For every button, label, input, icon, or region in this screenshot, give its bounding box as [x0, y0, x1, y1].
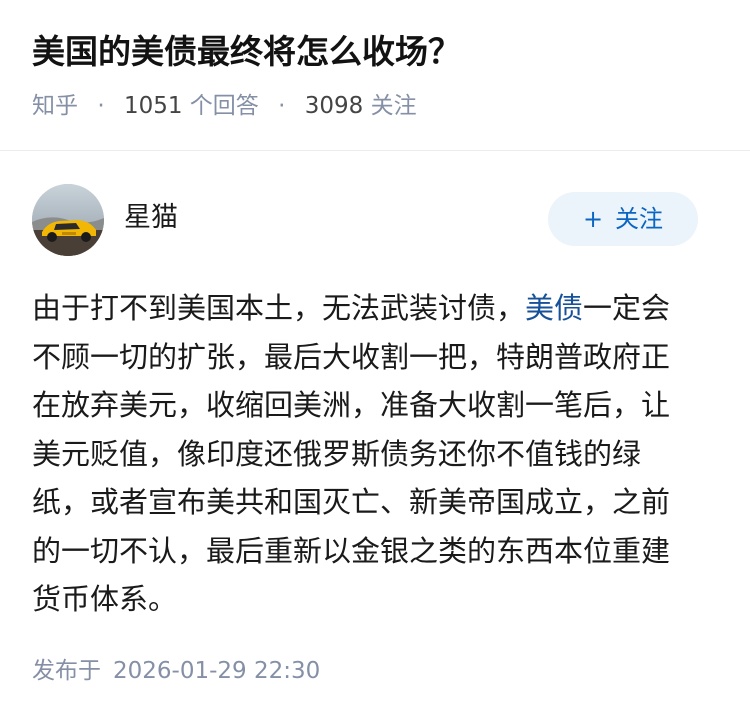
meta-separator: ·	[278, 93, 286, 119]
answer-line: 货币体系。	[32, 582, 178, 616]
follower-count: 3098	[304, 93, 364, 119]
answer-line: 不顾一切的扩张，最后大收割一把，特朗普政府正	[32, 339, 671, 374]
follow-button-label: 关注	[615, 205, 664, 233]
answer-count: 1051	[123, 93, 183, 119]
author-row: 星猫 + 关注	[32, 184, 698, 256]
question-meta: 知乎 · 1051 个回答 · 3098 关注	[32, 90, 718, 122]
site-name[interactable]: 知乎	[32, 93, 78, 119]
plus-icon: +	[582, 205, 604, 233]
header-divider	[0, 150, 750, 151]
follow-button[interactable]: + 关注	[548, 192, 698, 246]
answer-text: 由于打不到美国本土，无法武装讨债，	[32, 291, 526, 325]
published-label: 发布于	[32, 658, 101, 684]
meta-separator: ·	[97, 93, 105, 119]
publish-info: 发布于 2026-01-29 22:30	[32, 654, 320, 688]
question-header: 美国的美债最终将怎么收场？ 知乎 · 1051 个回答 · 3098 关注	[32, 28, 718, 122]
answer-text: 一定会	[583, 291, 671, 325]
avatar-yellow-sports-car-icon	[32, 184, 104, 256]
answer-line: 的一切不认，最后重新以金银之类的东西本位重建	[32, 533, 671, 568]
published-time: 2026-01-29 22:30	[113, 658, 321, 684]
answer-line: 纸，或者宣布美共和国灭亡、新美帝国成立，之前	[32, 485, 671, 519]
question-title[interactable]: 美国的美债最终将怎么收场？	[32, 28, 718, 76]
answer-line: 由于打不到美国本土，无法武装讨债，美债一定会	[32, 284, 700, 333]
author-name[interactable]: 星猫	[124, 198, 178, 238]
answer-body: 由于打不到美国本土，无法武装讨债，美债一定会 不顾一切的扩张，最后大收割一把，特…	[32, 284, 700, 624]
follower-count-label: 关注	[370, 93, 417, 119]
answer-line: 美元贬值，像印度还俄罗斯债务还你不值钱的绿	[32, 436, 642, 471]
author-avatar[interactable]	[32, 184, 104, 256]
keyword-link[interactable]: 美债	[525, 291, 583, 325]
answer-count-label: 个回答	[189, 93, 259, 119]
answer-line: 在放弃美元，收缩回美洲，准备大收割一笔后，让	[32, 388, 671, 422]
